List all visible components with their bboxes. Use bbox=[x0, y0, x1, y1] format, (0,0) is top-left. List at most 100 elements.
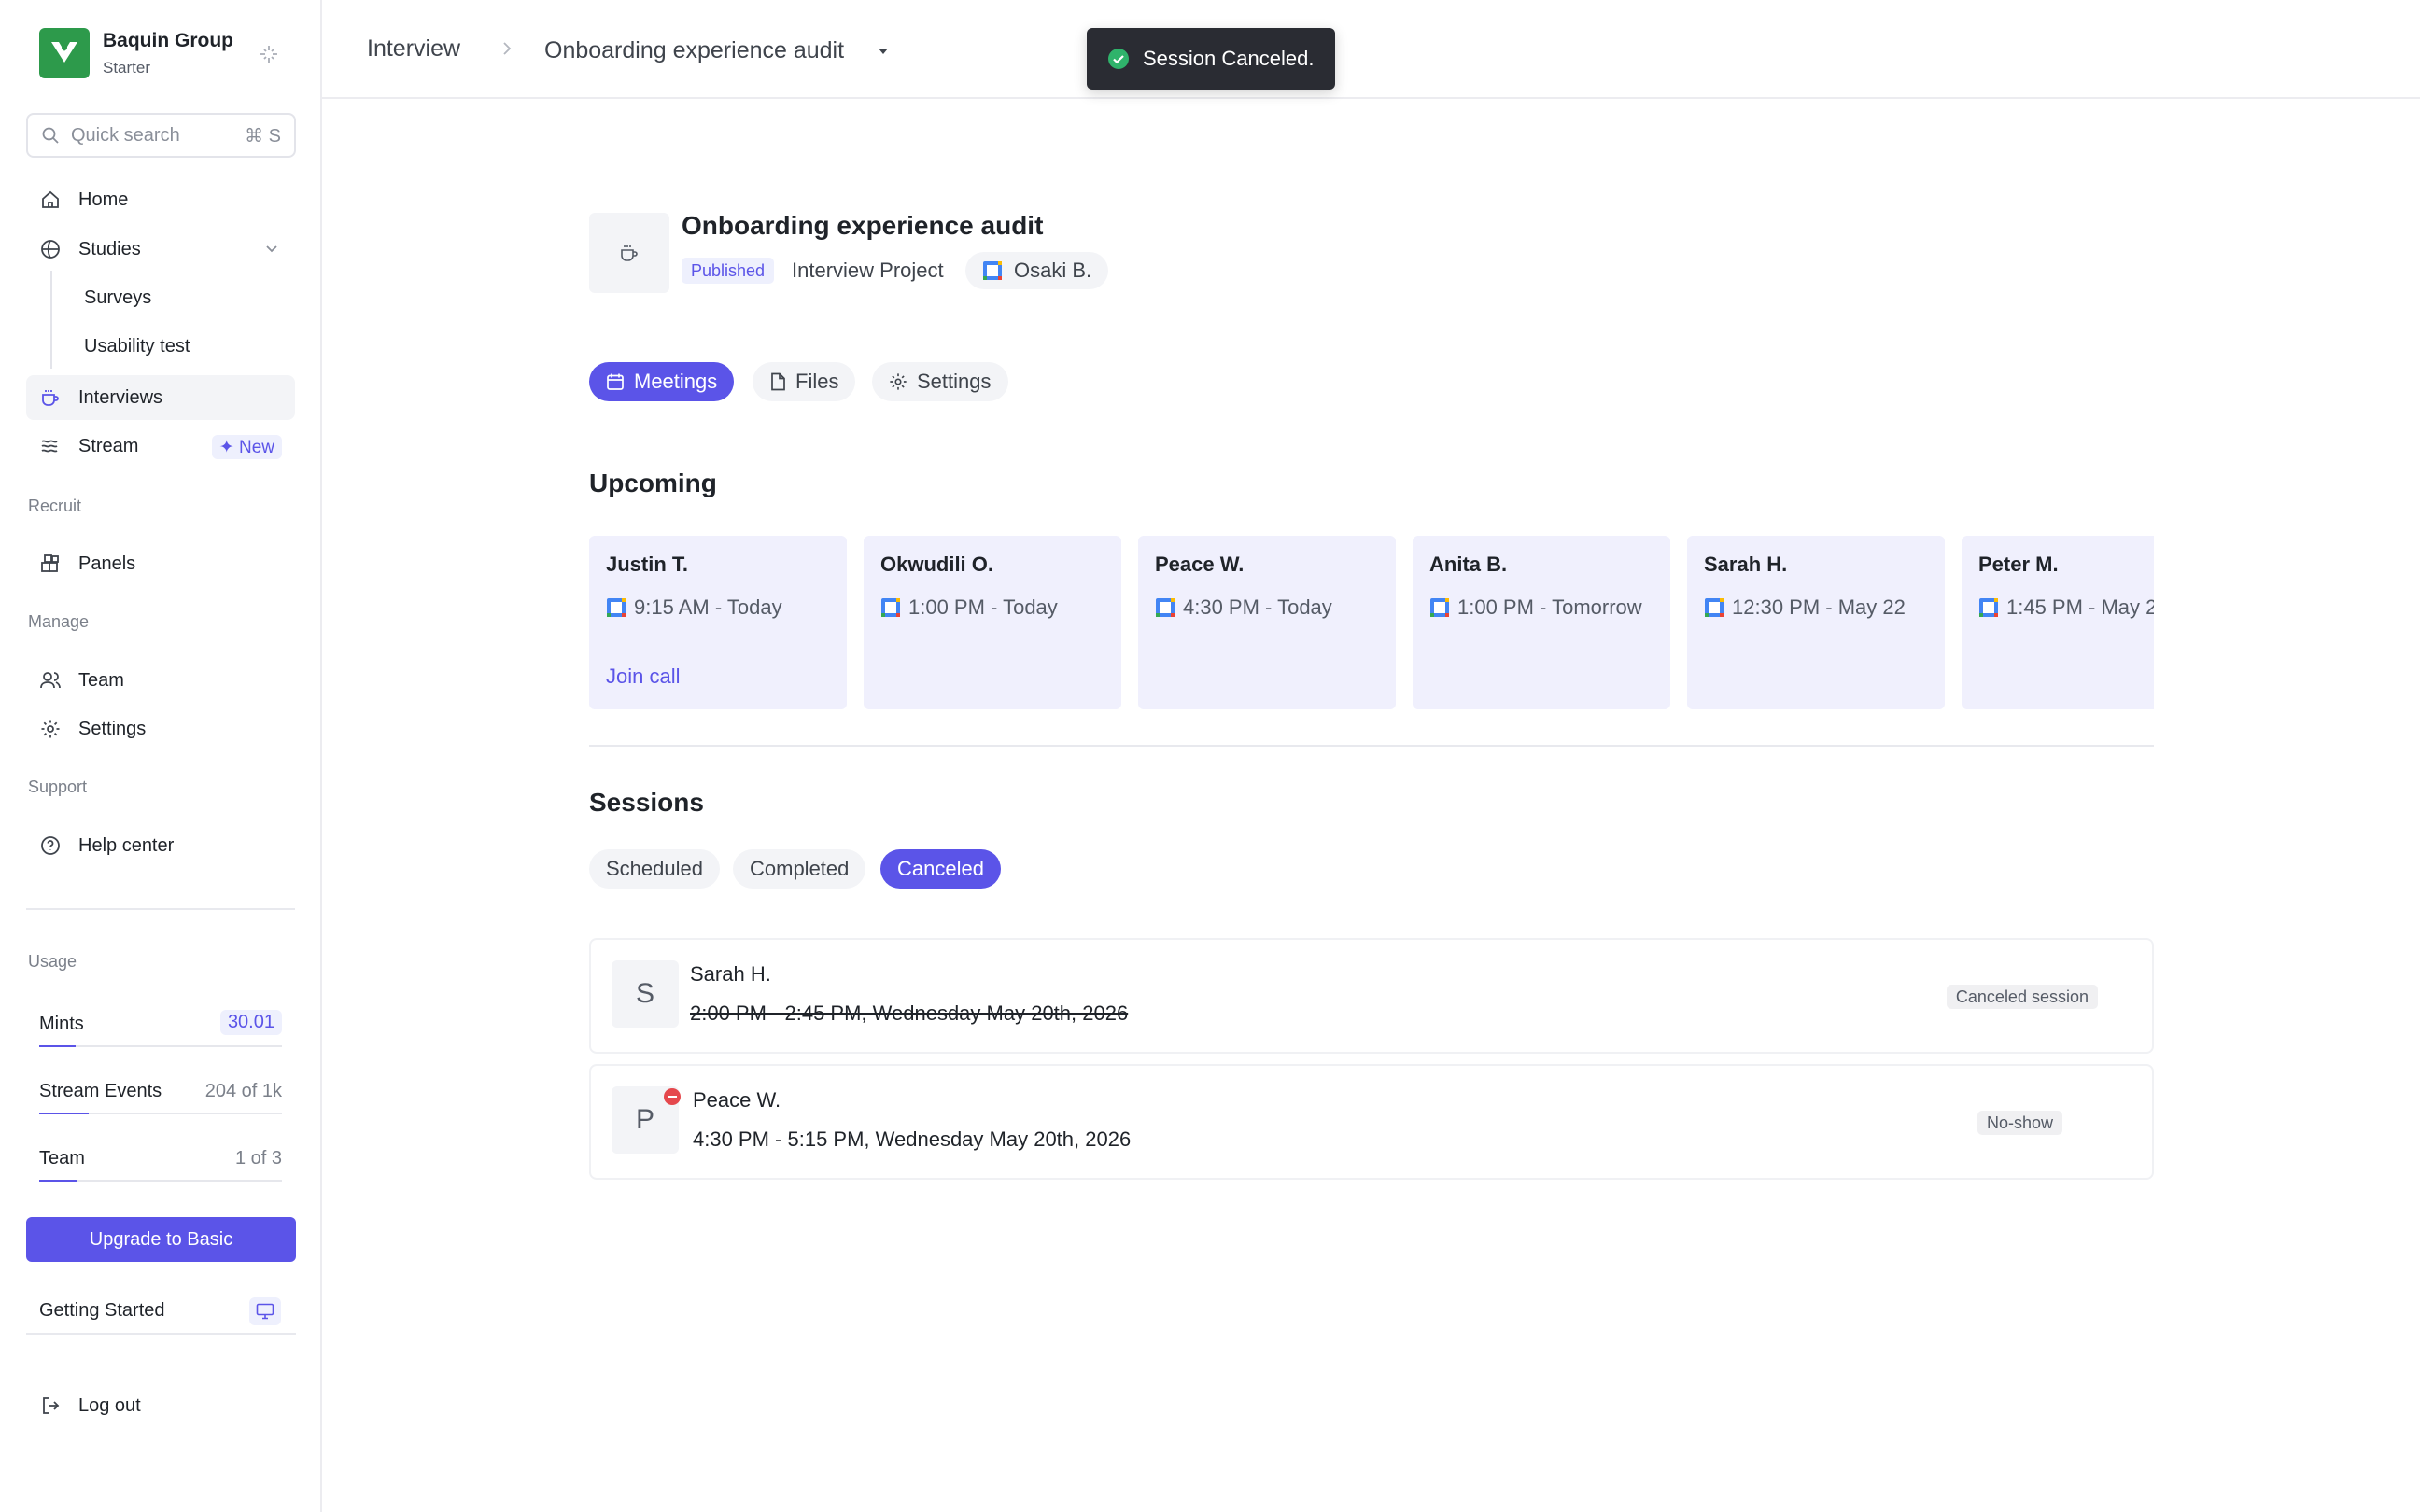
usage-team: Team 1 of 3 bbox=[39, 1144, 282, 1182]
usage-value: 1 of 3 bbox=[234, 1148, 282, 1169]
panels-icon bbox=[39, 553, 62, 575]
workspace-switcher[interactable]: Baquin Group Starter bbox=[39, 28, 233, 78]
chevron-right-icon bbox=[499, 40, 514, 57]
sidebar-divider bbox=[26, 908, 295, 910]
nav-stream[interactable]: Stream ✦ New bbox=[26, 424, 295, 469]
nav-surveys[interactable]: Surveys bbox=[84, 287, 151, 309]
search-icon bbox=[42, 127, 59, 144]
nav-panels[interactable]: Panels bbox=[26, 541, 295, 586]
participant-name: Peace W. bbox=[1155, 553, 1245, 576]
sidebar: Baquin Group Starter Quick search ⌘ S Ho… bbox=[0, 0, 322, 1512]
nav-interviews[interactable]: Interviews bbox=[26, 375, 295, 420]
waves-icon bbox=[39, 435, 62, 457]
globe-icon bbox=[39, 238, 62, 260]
getting-started[interactable]: Getting Started bbox=[26, 1288, 296, 1335]
participant-name: Okwudili O. bbox=[880, 553, 994, 576]
nav-stream-label: Stream bbox=[78, 435, 139, 456]
usage-name: Mints bbox=[39, 1014, 84, 1034]
nav-logout-label: Log out bbox=[78, 1394, 141, 1416]
nav-team-label: Team bbox=[78, 669, 124, 691]
nav-team[interactable]: Team bbox=[26, 658, 295, 703]
usage-value: 204 of 1k bbox=[204, 1081, 282, 1101]
session-status-badge: No-show bbox=[1977, 1111, 2062, 1135]
brand-logo bbox=[39, 28, 90, 78]
session-time: 4:30 PM - 5:15 PM, Wednesday May 20th, 2… bbox=[693, 1127, 1132, 1151]
nav-studies[interactable]: Studies bbox=[26, 227, 295, 272]
breadcrumb-root[interactable]: Interview bbox=[367, 35, 460, 63]
section-divider bbox=[589, 745, 2154, 747]
search-placeholder: Quick search bbox=[71, 124, 180, 146]
usage-progress-track bbox=[39, 1180, 282, 1182]
upcoming-card[interactable]: Okwudili O. 1:00 PM - Today bbox=[864, 536, 1121, 709]
quick-search-input[interactable]: Quick search ⌘ S bbox=[26, 113, 296, 158]
meeting-time: 1:45 PM - May 2 bbox=[2006, 595, 2154, 619]
project-icon bbox=[589, 213, 669, 293]
participant-name: Anita B. bbox=[1429, 553, 1508, 576]
upgrade-button[interactable]: Upgrade to Basic bbox=[26, 1217, 296, 1262]
filter-scheduled[interactable]: Scheduled bbox=[589, 849, 720, 889]
avatar: S bbox=[612, 960, 679, 1028]
section-usage: Usage bbox=[28, 952, 77, 971]
join-call-link[interactable]: Join call bbox=[606, 665, 680, 689]
usage-progress-fill bbox=[39, 1180, 77, 1182]
nav-studies-label: Studies bbox=[78, 238, 141, 259]
nav-home[interactable]: Home bbox=[26, 177, 295, 222]
toast-notification: Session Canceled. bbox=[1087, 28, 1335, 90]
usage-stream-events: Stream Events 204 of 1k bbox=[39, 1077, 282, 1114]
session-participant: Sarah H. bbox=[690, 962, 771, 986]
session-time: 2:00 PM - 2:45 PM, Wednesday May 20th, 2… bbox=[690, 1001, 1129, 1025]
session-row[interactable]: P Peace W. 4:30 PM - 5:15 PM, Wednesday … bbox=[589, 1064, 2154, 1180]
meeting-time: 9:15 AM - Today bbox=[634, 595, 782, 619]
submenu-guide bbox=[50, 271, 52, 369]
usage-progress-fill bbox=[39, 1113, 90, 1114]
upcoming-card[interactable]: Sarah H. 12:30 PM - May 22 bbox=[1687, 536, 1945, 709]
upcoming-card[interactable]: Justin T. 9:15 AM - Today Join call bbox=[589, 536, 847, 709]
top-bar: Interview Onboarding experience audit bbox=[322, 0, 2420, 99]
monitor-icon bbox=[249, 1297, 281, 1325]
logout-icon bbox=[39, 1394, 62, 1417]
section-manage: Manage bbox=[28, 612, 90, 631]
participant-name: Justin T. bbox=[606, 553, 689, 576]
nav-settings[interactable]: Settings bbox=[26, 707, 295, 751]
file-icon bbox=[771, 372, 785, 391]
chevron-down-icon[interactable] bbox=[263, 240, 280, 257]
breadcrumb-current[interactable]: Onboarding experience audit bbox=[544, 37, 844, 64]
session-status-badge: Canceled session bbox=[1946, 985, 2098, 1009]
new-badge: ✦ New bbox=[211, 435, 282, 459]
toast-message: Session Canceled. bbox=[1143, 47, 1315, 70]
nav-settings-label: Settings bbox=[78, 718, 147, 739]
workspace-name: Baquin Group bbox=[103, 30, 233, 51]
upcoming-card[interactable]: Peace W. 4:30 PM - Today bbox=[1138, 536, 1396, 709]
session-row[interactable]: S Sarah H. 2:00 PM - 2:45 PM, Wednesday … bbox=[589, 938, 2154, 1054]
collapse-sidebar-icon[interactable] bbox=[258, 43, 280, 65]
upcoming-card[interactable]: Peter M. 1:45 PM - May 2 bbox=[1962, 536, 2154, 709]
meeting-time: 12:30 PM - May 22 bbox=[1732, 595, 1906, 619]
tab-meetings[interactable]: Meetings bbox=[589, 362, 735, 401]
nav-help-center[interactable]: Help center bbox=[26, 823, 295, 868]
project-type: Interview Project bbox=[792, 259, 944, 282]
gear-icon bbox=[39, 718, 62, 740]
filter-completed[interactable]: Completed bbox=[733, 849, 866, 889]
upcoming-card[interactable]: Anita B. 1:00 PM - Tomorrow bbox=[1413, 536, 1670, 709]
owner-chip[interactable]: Osaki B. bbox=[965, 252, 1109, 289]
nav-usability-test[interactable]: Usability test bbox=[84, 336, 190, 357]
home-icon bbox=[39, 189, 62, 211]
owner-name: Osaki B. bbox=[1014, 259, 1092, 282]
tab-files[interactable]: Files bbox=[753, 362, 856, 401]
tab-settings[interactable]: Settings bbox=[872, 362, 1008, 401]
google-calendar-icon bbox=[1430, 598, 1449, 617]
participant-name: Sarah H. bbox=[1704, 553, 1788, 576]
usage-name: Team bbox=[39, 1148, 85, 1169]
filter-canceled[interactable]: Canceled bbox=[880, 849, 1001, 889]
getting-started-label: Getting Started bbox=[39, 1299, 165, 1321]
tab-files-label: Files bbox=[795, 370, 839, 393]
nav-interviews-label: Interviews bbox=[78, 386, 163, 408]
participant-name: Peter M. bbox=[1978, 553, 2059, 576]
page-title: Onboarding experience audit bbox=[682, 211, 1044, 240]
caret-down-icon[interactable] bbox=[877, 47, 890, 56]
google-calendar-icon bbox=[1979, 598, 1998, 617]
usage-progress-fill bbox=[39, 1045, 76, 1047]
google-calendar-icon bbox=[881, 598, 900, 617]
nav-logout[interactable]: Log out bbox=[26, 1383, 295, 1428]
google-calendar-icon bbox=[607, 598, 626, 617]
